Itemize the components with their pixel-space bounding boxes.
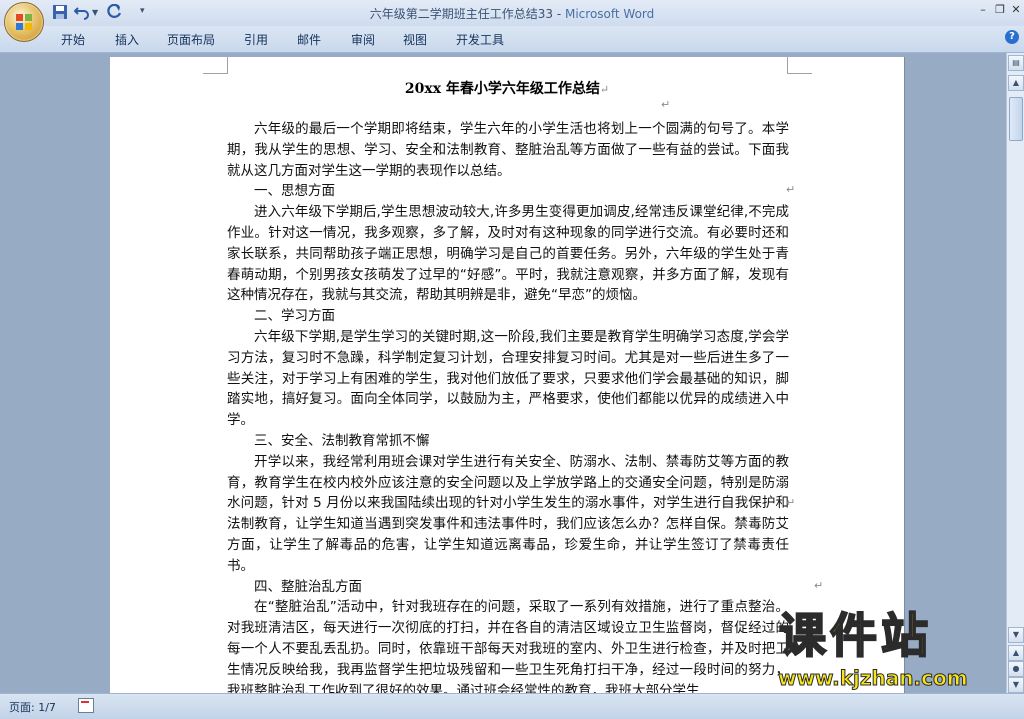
paragraph: 进入六年级下学期后,学生思想波动较大,许多男生变得更加调皮,经常违反课堂纪律,不… [227, 204, 789, 304]
paragraph: 在“整脏治乱”活动中，针对我班存在的问题，采取了一系列有效措施，进行了重点整治。… [227, 599, 789, 693]
close-icon[interactable]: ✕ [1009, 3, 1023, 16]
scroll-up-icon[interactable]: ▲ [1008, 75, 1024, 91]
document-body[interactable]: 六年级的最后一个学期即将结束，学生六年的小学生活也将划上一个圆满的句号了。本学期… [227, 119, 789, 693]
paragraph-mark-icon: ↵ [786, 183, 796, 196]
paragraph-mark-icon: ↵ [814, 579, 824, 592]
ribbon-tabs: 开始 插入 页面布局 引用 邮件 审阅 视图 开发工具 ? [0, 26, 1024, 53]
paragraph: 六年级的最后一个学期即将结束，学生六年的小学生活也将划上一个圆满的句号了。本学期… [227, 121, 789, 179]
paragraph-mark-icon: ↵ [786, 496, 796, 509]
document-page[interactable]: 20xx 年春小学六年级工作总结↵ ↵ 六年级的最后一个学期即将结束，学生六年的… [110, 57, 904, 693]
section-heading: 三、安全、法制教育常抓不懈 [254, 432, 430, 449]
ruler-toggle-icon[interactable]: ▤ [1008, 55, 1024, 71]
paragraph-mark-icon: ↵ [661, 98, 671, 111]
office-logo-icon [16, 14, 32, 30]
scroll-thumb[interactable] [1009, 97, 1023, 141]
tab-page-layout[interactable]: 页面布局 [167, 31, 215, 48]
margin-corner-top-right [787, 57, 812, 74]
tab-home[interactable]: 开始 [61, 31, 85, 48]
document-title-text: 20xx 年春小学六年级工作总结 [404, 81, 600, 97]
status-bar: 页面: 1/7 [0, 693, 1024, 719]
title-separator: - [553, 7, 565, 21]
minimize-icon[interactable]: – [976, 3, 990, 16]
help-icon[interactable]: ? [1005, 30, 1019, 44]
document-workspace: 20xx 年春小学六年级工作总结↵ ↵ 六年级的最后一个学期即将结束，学生六年的… [0, 53, 1006, 693]
title-bar: ▼ ▾ 六年级第二学期班主任工作总结33 - Microsoft Word – … [0, 0, 1024, 26]
tab-insert[interactable]: 插入 [115, 31, 139, 48]
paragraph: 开学以来，我经常利用班会课对学生进行有关安全、防溺水、法制、禁毒防艾等方面的教育… [227, 453, 789, 574]
vertical-scrollbar[interactable]: ▤ ▲ ▼ ▲ ● ▼ [1006, 53, 1024, 693]
section-heading: 一、思想方面 [254, 183, 335, 200]
restore-icon[interactable]: ❐ [993, 3, 1007, 16]
previous-page-icon[interactable]: ▲ [1008, 645, 1024, 661]
app-name: Microsoft Word [564, 7, 655, 21]
scroll-down-icon[interactable]: ▼ [1008, 627, 1024, 643]
tab-developer[interactable]: 开发工具 [456, 31, 504, 48]
margin-corner-top-left [203, 57, 228, 74]
tab-mailings[interactable]: 邮件 [297, 31, 321, 48]
document-name: 六年级第二学期班主任工作总结33 [369, 7, 554, 21]
tab-review[interactable]: 审阅 [351, 31, 375, 48]
proofing-icon[interactable] [78, 698, 94, 713]
section-heading: 二、学习方面 [254, 308, 335, 325]
watermark-logo: 课件站 [778, 609, 932, 664]
select-browse-object-icon[interactable]: ● [1008, 661, 1024, 677]
tab-references[interactable]: 引用 [244, 31, 268, 48]
next-page-icon[interactable]: ▼ [1008, 677, 1024, 693]
document-title: 20xx 年春小学六年级工作总结↵ [110, 78, 904, 98]
section-heading: 四、整脏治乱方面 [254, 578, 362, 595]
tab-view[interactable]: 视图 [403, 31, 427, 48]
window-title: 六年级第二学期班主任工作总结33 - Microsoft Word [0, 5, 1024, 22]
page-indicator[interactable]: 页面: 1/7 [9, 699, 56, 715]
paragraph-mark-icon: ↵ [599, 83, 610, 96]
watermark-url: www.kjzhan.com [778, 666, 969, 691]
office-button[interactable] [4, 2, 44, 42]
paragraph: 六年级下学期,是学生学习的关键时期,这一阶段,我们主要是教育学生明确学习态度,学… [227, 328, 789, 429]
